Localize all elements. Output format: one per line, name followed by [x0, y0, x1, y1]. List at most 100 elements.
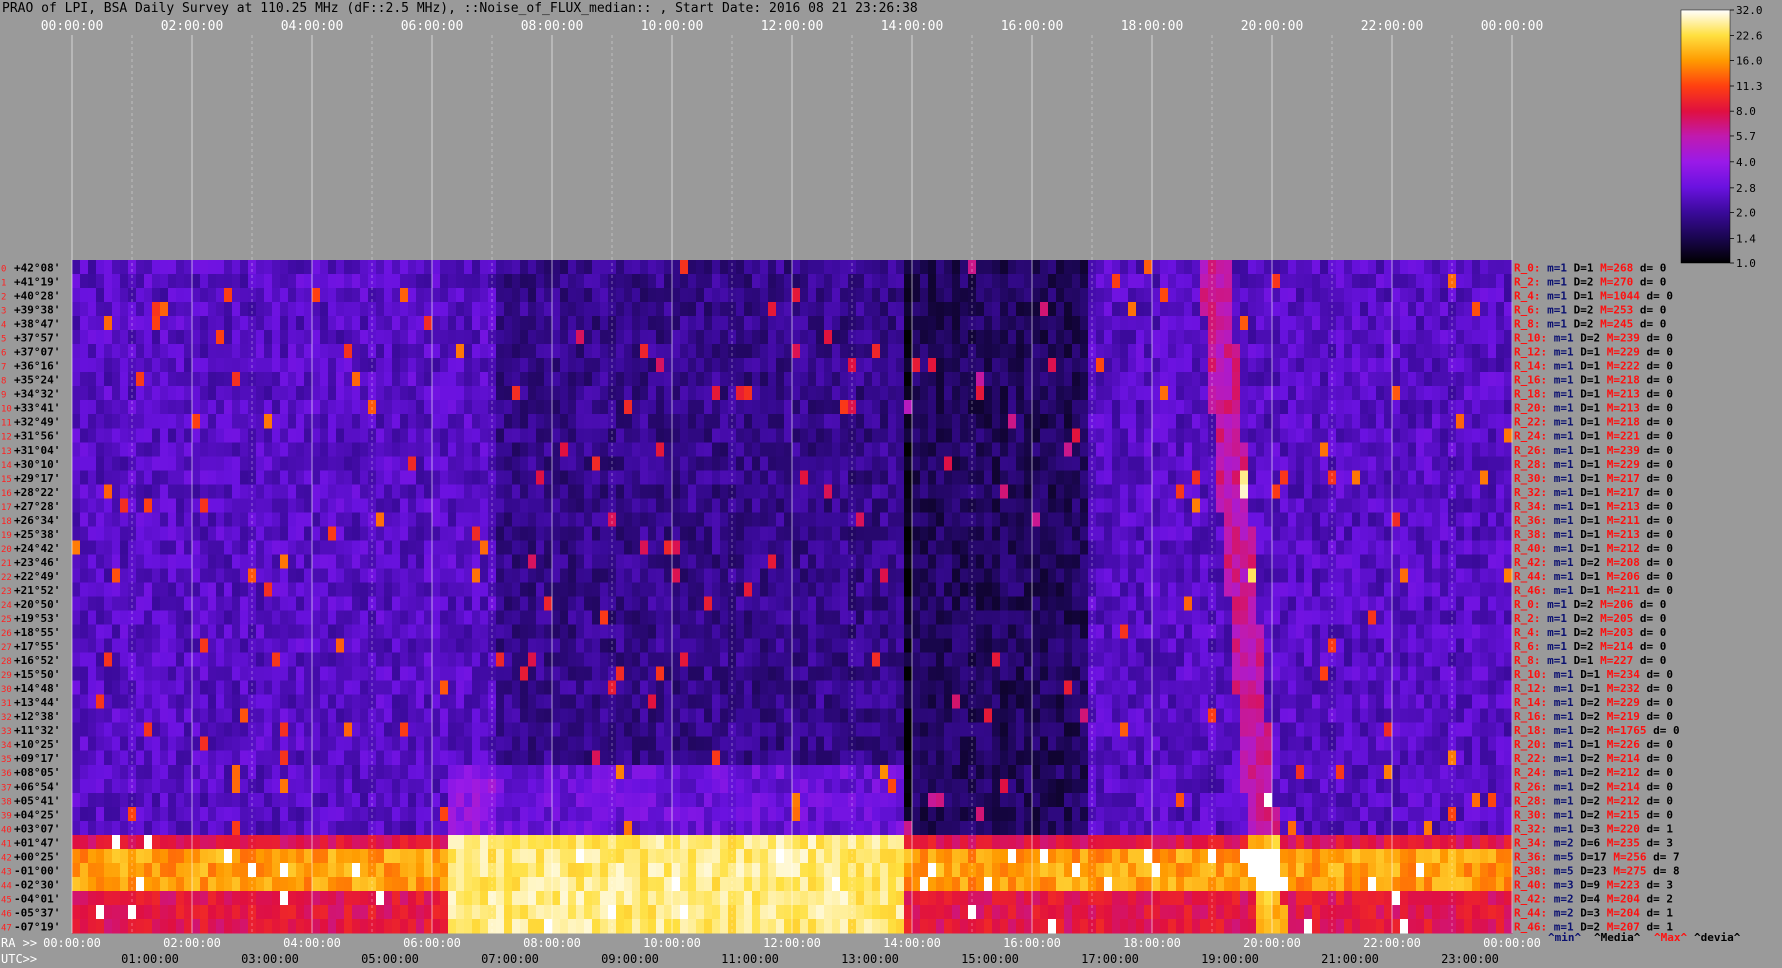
heatmap-cell [1416, 470, 1425, 485]
heatmap-cell [352, 330, 361, 345]
heatmap-cell [256, 428, 265, 443]
heatmap-cell [592, 344, 601, 359]
heatmap-cell [496, 428, 505, 443]
heatmap-cell [136, 484, 145, 499]
heatmap-cell [1232, 260, 1241, 275]
heatmap-cell [648, 372, 657, 387]
heatmap-cell [136, 372, 145, 387]
heatmap-cell [800, 624, 809, 639]
heatmap-cell [1216, 512, 1225, 527]
heatmap-cell [776, 442, 785, 457]
heatmap-cell [904, 526, 913, 541]
heatmap-cell [736, 358, 745, 373]
heatmap-cell [528, 554, 537, 569]
heatmap-cell [752, 372, 761, 387]
heatmap-cell [536, 624, 545, 639]
heatmap-cell [1496, 512, 1505, 527]
heatmap-cell [88, 344, 97, 359]
heatmap-cell [768, 498, 777, 513]
heatmap-cell [1104, 540, 1113, 555]
heatmap-cell [936, 540, 945, 555]
heatmap-cell [104, 484, 113, 499]
heatmap-cell [256, 596, 265, 611]
heatmap-cell [616, 568, 625, 583]
heatmap-cell [88, 302, 97, 317]
heatmap-cell [768, 638, 777, 653]
heatmap-cell [1504, 302, 1513, 317]
heatmap-cell [192, 624, 201, 639]
heatmap-cell [1400, 330, 1409, 345]
heatmap-cell [952, 512, 961, 527]
heatmap-cell [1224, 302, 1233, 317]
heatmap-cell [1384, 624, 1393, 639]
heatmap-cell [480, 456, 489, 471]
heatmap-cell [872, 316, 881, 331]
heatmap-cell [904, 330, 913, 345]
heatmap-cell [112, 330, 121, 345]
heatmap-cell [832, 330, 841, 345]
heatmap-cell [904, 554, 913, 569]
heatmap-cell [872, 414, 881, 429]
heatmap-cell [672, 456, 681, 471]
heatmap-cell [1016, 554, 1025, 569]
heatmap-cell [144, 554, 153, 569]
heatmap-cell [592, 442, 601, 457]
heatmap-cell [648, 568, 657, 583]
heatmap-cell [1032, 624, 1041, 639]
heatmap-cell [1120, 484, 1129, 499]
heatmap-cell [800, 540, 809, 555]
heatmap-cell [336, 414, 345, 429]
heatmap-cell [1328, 260, 1337, 275]
heatmap-cell [864, 470, 873, 485]
heatmap-cell [400, 470, 409, 485]
heatmap-cell [856, 400, 865, 415]
heatmap-cell [312, 386, 321, 401]
heatmap-cell [120, 568, 129, 583]
heatmap-cell [712, 274, 721, 289]
heatmap-cell [400, 610, 409, 625]
heatmap-cell [1304, 498, 1313, 513]
heatmap-cell [368, 554, 377, 569]
heatmap-cell [528, 442, 537, 457]
heatmap-cell [296, 596, 305, 611]
heatmap-cell [1400, 484, 1409, 499]
heatmap-cell [1304, 470, 1313, 485]
heatmap-cell [1216, 484, 1225, 499]
heatmap-cell [200, 344, 209, 359]
heatmap-cell [88, 442, 97, 457]
heatmap-cell [1048, 428, 1057, 443]
heatmap-cell [672, 372, 681, 387]
heatmap-cell [952, 582, 961, 597]
heatmap-cell [1032, 526, 1041, 541]
heatmap-cell [1048, 358, 1057, 373]
heatmap-cell [408, 596, 417, 611]
heatmap-cell [352, 568, 361, 583]
heatmap-cell [72, 288, 81, 303]
heatmap-cell [104, 400, 113, 415]
heatmap-cell [144, 358, 153, 373]
heatmap-cell [536, 596, 545, 611]
heatmap-cell [880, 274, 889, 289]
heatmap-cell [1136, 344, 1145, 359]
heatmap-cell [1240, 442, 1249, 457]
heatmap-cell [512, 316, 521, 331]
heatmap-cell [504, 400, 513, 415]
heatmap-cell [704, 302, 713, 317]
heatmap-cell [904, 512, 913, 527]
heatmap-cell [1392, 512, 1401, 527]
heatmap-cell [1128, 512, 1137, 527]
heatmap-cell [480, 330, 489, 345]
heatmap-cell [912, 610, 921, 625]
heatmap-cell [360, 512, 369, 527]
heatmap-cell [760, 638, 769, 653]
heatmap-cell [880, 442, 889, 457]
heatmap-cell [544, 358, 553, 373]
heatmap-cell [1200, 400, 1209, 415]
heatmap-cell [400, 582, 409, 597]
heatmap-cell [320, 274, 329, 289]
heatmap-cell [1360, 302, 1369, 317]
heatmap-cell [440, 624, 449, 639]
heatmap-cell [472, 624, 481, 639]
heatmap-cell [1112, 400, 1121, 415]
heatmap-cell [528, 498, 537, 513]
